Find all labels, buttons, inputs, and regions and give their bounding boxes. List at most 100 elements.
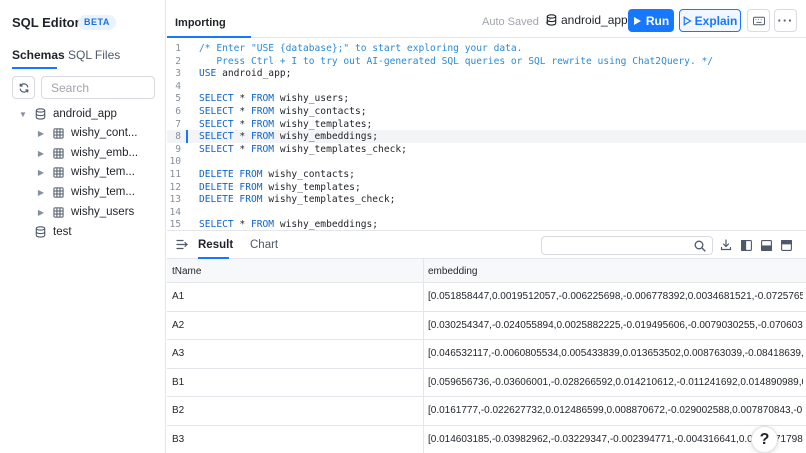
play-outline-icon xyxy=(683,15,692,26)
code-text: USE android_app; xyxy=(199,68,292,80)
code-line[interactable]: 13 DELETE FROM wishy_templates_check; xyxy=(167,193,806,206)
database-icon xyxy=(33,107,47,121)
line-number: 11 xyxy=(169,169,181,180)
table-row[interactable]: B1 [0.059656736,-0.03606001,-0.028266592,… xyxy=(167,369,806,397)
tree-table-row[interactable]: ▶ wishy_cont... xyxy=(36,123,138,143)
cell-embedding[interactable]: [0.014603185,-0.03982962,-0.03229347,-0.… xyxy=(428,434,803,445)
code-line[interactable]: 12 DELETE FROM wishy_templates; xyxy=(167,181,806,194)
chevron-right-icon: ▶ xyxy=(37,148,45,158)
code-text: DELETE FROM wishy_templates; xyxy=(199,181,361,193)
code-line[interactable]: 14 xyxy=(167,206,806,219)
table-icon xyxy=(51,185,65,199)
keyboard-shortcuts-button[interactable] xyxy=(747,9,770,32)
line-number: 8 xyxy=(175,131,181,143)
cell-tname[interactable]: A2 xyxy=(172,320,184,331)
result-toolbar: Result Chart xyxy=(167,230,806,259)
tab-result[interactable]: Result xyxy=(198,239,233,251)
code-line[interactable]: 6 SELECT * FROM wishy_contacts; xyxy=(167,105,806,118)
line-number: 4 xyxy=(175,80,181,92)
cell-tname[interactable]: B2 xyxy=(172,405,184,416)
chevron-right-icon: ▶ xyxy=(37,167,45,177)
code-text: SELECT * FROM wishy_contacts; xyxy=(199,106,367,117)
code-text: SELECT * FROM wishy_embeddings; xyxy=(199,131,379,143)
tree-db-test[interactable]: test xyxy=(18,222,72,242)
tree-table-row[interactable]: ▶ wishy_users xyxy=(36,202,134,222)
tab-schemas[interactable]: Schemas xyxy=(12,48,65,62)
file-tab-importing[interactable]: Importing xyxy=(167,8,251,38)
column-divider xyxy=(423,259,424,453)
run-button[interactable]: Run xyxy=(628,9,674,32)
table-icon xyxy=(51,205,65,219)
cell-embedding[interactable]: [0.046532117,-0.0060805534,0.005433839,0… xyxy=(428,348,803,359)
code-line[interactable]: 15 SELECT * FROM wishy_embeddings; xyxy=(167,218,806,230)
layout-top-icon[interactable] xyxy=(780,239,792,251)
play-icon xyxy=(633,16,641,25)
code-line[interactable]: 11 DELETE FROM wishy_contacts; xyxy=(167,168,806,181)
explain-button[interactable]: Explain xyxy=(679,9,741,32)
cell-tname[interactable]: B3 xyxy=(172,434,184,445)
line-number: 14 xyxy=(169,206,181,218)
tree-db-android-app[interactable]: ▼ android_app xyxy=(18,104,117,124)
table-row[interactable]: A2 [0.030254347,-0.024055894,0.0025882225… xyxy=(167,312,806,340)
tab-schemas-underline xyxy=(12,67,57,69)
tree-table-label: wishy_tem... xyxy=(71,166,135,178)
code-line[interactable]: 4 xyxy=(167,80,806,93)
tree-table-row[interactable]: ▶ wishy_tem... xyxy=(36,162,135,182)
ellipsis-icon: ··· xyxy=(777,13,794,28)
collapse-panel-icon[interactable] xyxy=(176,239,188,253)
refresh-button[interactable] xyxy=(12,76,35,99)
result-search-input[interactable] xyxy=(541,236,713,255)
tree-table-label: wishy_cont... xyxy=(71,127,138,139)
schema-sidebar: SQL Editor BETA Schemas SQL Files ▼ andr… xyxy=(0,0,166,453)
table-row[interactable]: A1 [0.051858447,0.0019512057,-0.006225698… xyxy=(167,283,806,312)
code-line[interactable]: 7 SELECT * FROM wishy_templates; xyxy=(167,118,806,131)
table-icon xyxy=(51,165,65,179)
column-header-embedding[interactable]: embedding xyxy=(428,266,477,277)
cell-tname[interactable]: A3 xyxy=(172,348,184,359)
layout-left-icon[interactable] xyxy=(740,239,752,251)
cell-tname[interactable]: B1 xyxy=(172,377,184,388)
cell-tname[interactable]: A1 xyxy=(172,291,184,302)
code-line[interactable]: 3 USE android_app; xyxy=(167,67,806,80)
tree-table-row[interactable]: ▶ wishy_emb... xyxy=(36,143,138,163)
database-icon xyxy=(33,225,47,239)
code-line[interactable]: 5 SELECT * FROM wishy_users; xyxy=(167,92,806,105)
code-text: SELECT * FROM wishy_embeddings; xyxy=(199,219,379,230)
code-line[interactable]: 1 /* Enter "USE {database};" to start exp… xyxy=(167,42,806,55)
line-number: 12 xyxy=(169,181,181,193)
code-line[interactable]: 10 xyxy=(167,155,806,168)
code-line[interactable]: 8 SELECT * FROM wishy_embeddings; xyxy=(167,130,806,144)
layout-bottom-icon[interactable] xyxy=(760,239,772,251)
table-header: tName embedding xyxy=(167,259,806,283)
more-options-button[interactable]: ··· xyxy=(774,9,797,32)
column-header-tname[interactable]: tName xyxy=(172,266,201,277)
autosave-status: Auto Saved ✓ xyxy=(482,16,554,28)
code-text: Press Ctrl + I to try out AI-generated S… xyxy=(199,55,714,67)
code-text: /* Enter "USE {database};" to start expl… xyxy=(199,43,523,54)
table-row[interactable]: A3 [0.046532117,-0.0060805534,0.005433839… xyxy=(167,340,806,369)
cell-embedding[interactable]: [0.051858447,0.0019512057,-0.006225698,-… xyxy=(428,291,803,302)
table-row[interactable]: B3 [0.014603185,-0.03982962,-0.03229347,-… xyxy=(167,426,806,453)
help-button[interactable]: ? xyxy=(751,426,778,453)
line-number: 1 xyxy=(175,43,181,54)
cell-embedding[interactable]: [0.030254347,-0.024055894,0.0025882225,-… xyxy=(428,320,803,331)
cell-embedding[interactable]: [0.059656736,-0.03606001,-0.028266592,0.… xyxy=(428,377,803,388)
tree-table-row[interactable]: ▶ wishy_tem... xyxy=(36,182,135,202)
cell-embedding[interactable]: [0.0161777,-0.022627732,0.012486599,0.00… xyxy=(428,405,803,416)
table-icon xyxy=(51,126,65,140)
table-row[interactable]: B2 [0.0161777,-0.022627732,0.012486599,0.… xyxy=(167,397,806,426)
database-selector[interactable]: android_app xyxy=(546,13,628,27)
search-icon xyxy=(694,240,706,255)
tab-sql-files[interactable]: SQL Files xyxy=(68,48,120,62)
code-line[interactable]: 2 Press Ctrl + I to try out AI-generated… xyxy=(167,55,806,68)
tab-chart[interactable]: Chart xyxy=(250,239,278,251)
schema-search-input[interactable] xyxy=(41,76,155,99)
line-number: 9 xyxy=(175,143,181,155)
download-icon[interactable] xyxy=(720,239,732,251)
line-number: 2 xyxy=(175,55,181,67)
code-text: DELETE FROM wishy_templates_check; xyxy=(199,194,396,206)
tree-table-label: wishy_emb... xyxy=(71,147,139,159)
chevron-right-icon: ▶ xyxy=(37,128,45,138)
sql-code-editor[interactable]: 1 /* Enter "USE {database};" to start exp… xyxy=(167,38,806,230)
code-line[interactable]: 9 SELECT * FROM wishy_templates_check; xyxy=(167,143,806,156)
